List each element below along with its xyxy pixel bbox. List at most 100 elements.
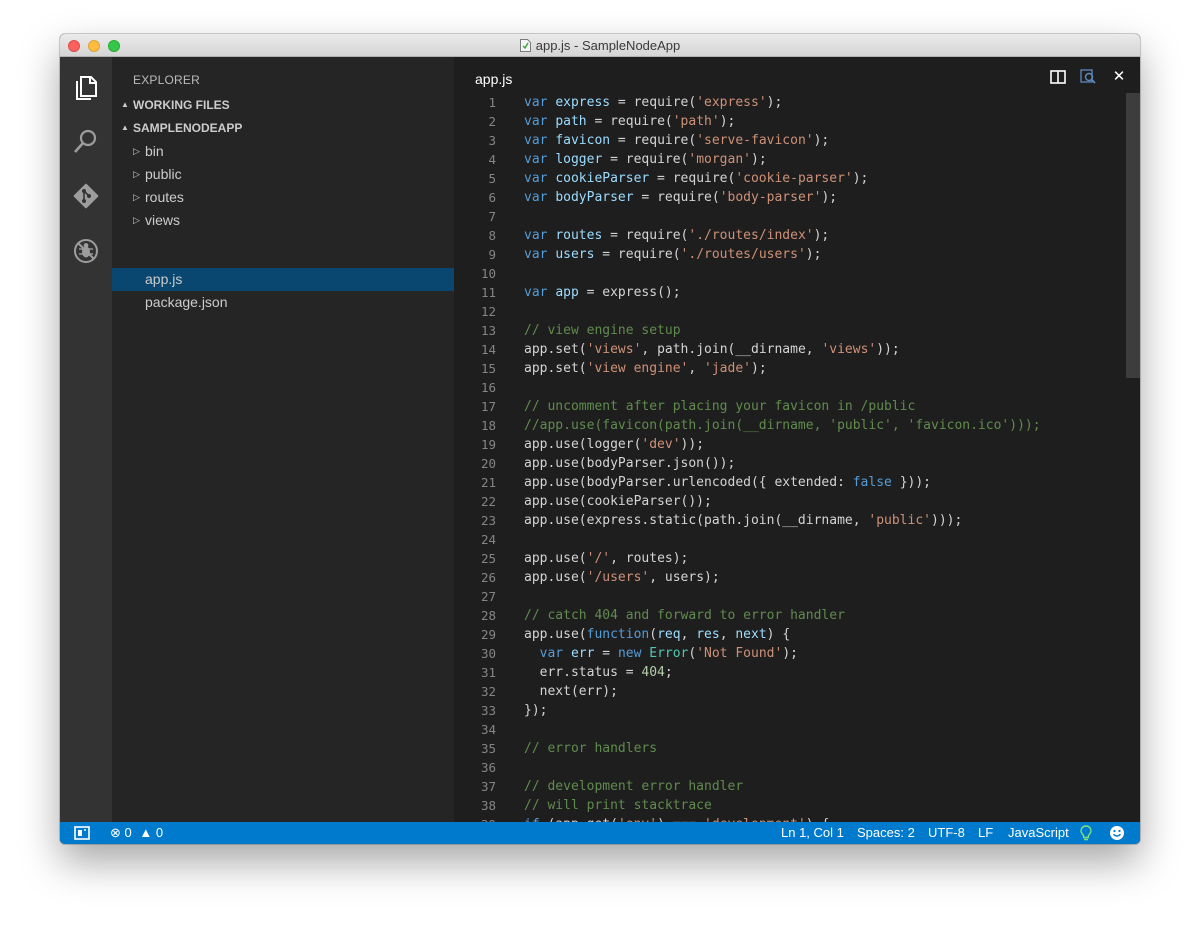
error-count: 0 (124, 825, 132, 840)
code-token: ( (649, 627, 658, 642)
code-text: app.use(bodyParser.json()); (524, 454, 735, 473)
search-icon[interactable] (72, 127, 100, 155)
line-number: 21 (480, 475, 496, 490)
feedback-panel-icon[interactable] (74, 826, 90, 840)
editor-tab-title[interactable]: app.js (475, 71, 512, 87)
title-bar: app.js - SampleNodeApp (60, 34, 1140, 57)
code-token: cookieParser (555, 171, 650, 186)
collapsed-caret-icon: ▷ (133, 146, 140, 156)
line-number: 26 (480, 570, 496, 585)
line-number: 13 (480, 323, 496, 338)
line-number: 35 (480, 741, 496, 756)
code-text: app.use(function(req, res, next) { (524, 625, 790, 644)
code-token: ); (821, 190, 838, 205)
line-number: 9 (488, 247, 496, 262)
working-files-section[interactable]: ▲ WORKING FILES (112, 94, 454, 116)
code-token: ); (813, 133, 830, 148)
code-token: 'views' (586, 342, 642, 357)
tree-item-views[interactable]: ▷ views (112, 209, 454, 232)
code-token: Error (649, 646, 689, 661)
code-token: './routes/index' (688, 228, 814, 243)
vscode-window: app.js - SampleNodeApp EXPLORER ▲ WORKIN… (60, 34, 1140, 844)
tree-item-package-json[interactable]: package.json (112, 291, 454, 314)
code-token: logger (555, 152, 603, 167)
section-label: SAMPLENODEAPP (133, 121, 243, 135)
project-section[interactable]: ▲ SAMPLENODEAPP (112, 117, 454, 139)
tree-item-routes[interactable]: ▷ routes (112, 186, 454, 209)
split-editor-icon[interactable] (1049, 68, 1067, 86)
line-number: 11 (480, 285, 496, 300)
line-ending-setting[interactable]: LF (978, 822, 993, 844)
code-token: // view engine setup (524, 323, 681, 338)
cursor-position[interactable]: Ln 1, Col 1 (781, 822, 844, 844)
lightbulb-icon[interactable] (1080, 825, 1092, 841)
code-token: app.use( (524, 627, 587, 642)
line-number: 12 (480, 304, 496, 319)
code-token: req (657, 627, 681, 642)
code-token: var (524, 190, 548, 205)
code-token: app.use(bodyParser.urlencoded({ extended… (524, 475, 853, 490)
problems-indicator[interactable]: ⊗ 0 ▲ 0 (110, 822, 163, 844)
code-text: var err = new Error('Not Found'); (524, 644, 798, 663)
code-token: next (735, 627, 767, 642)
code-text: next(err); (524, 682, 618, 701)
line-number: 1 (488, 95, 496, 110)
smiley-feedback-icon[interactable] (1109, 825, 1125, 841)
indentation-setting[interactable]: Spaces: 2 (857, 822, 915, 844)
line-number: 10 (480, 266, 496, 281)
code-text: var routes = require('./routes/index'); (524, 226, 829, 245)
line-number: 37 (480, 779, 496, 794)
code-token: 'body-parser' (719, 190, 822, 205)
code-token: = express(); (578, 285, 681, 300)
line-number: 27 (480, 589, 496, 604)
code-text: app.use('/', routes); (524, 549, 688, 568)
open-changes-icon[interactable] (1079, 68, 1097, 86)
code-token: , (680, 627, 697, 642)
code-token: , path.join(__dirname, (641, 342, 822, 357)
line-number: 5 (488, 171, 496, 186)
expanded-caret-icon: ▲ (121, 123, 129, 132)
line-number: 18 (480, 418, 496, 433)
language-mode[interactable]: JavaScript (1008, 822, 1069, 844)
code-token: //app.use(favicon(path.join(__dirname, '… (524, 418, 1041, 433)
line-number: 20 (480, 456, 496, 471)
code-token: = require( (649, 171, 736, 186)
code-token: express (555, 95, 611, 110)
code-token: next(err); (524, 684, 618, 699)
code-text: app.use('/users', users); (524, 568, 720, 587)
line-number: 39 (454, 815, 496, 822)
code-token: path (555, 114, 587, 129)
git-icon[interactable] (72, 182, 100, 210)
code-editor[interactable]: 1 var express = require('express'); 2 var p… (454, 93, 1140, 822)
code-token: './routes/users' (680, 247, 806, 262)
code-token: // error handlers (524, 741, 658, 756)
tree-item-app-js[interactable]: app.js (112, 268, 454, 291)
code-token: 'view engine' (586, 361, 689, 376)
code-token: 'serve-favicon' (696, 133, 814, 148)
code-text: var favicon = require('serve-favicon'); (524, 131, 829, 150)
tree-item-bin[interactable]: ▷ bin (112, 140, 454, 163)
code-text: var express = require('express'); (524, 93, 782, 112)
code-text: // catch 404 and forward to error handle… (524, 606, 845, 625)
code-token: var (539, 646, 564, 661)
code-token: app.use(express.static(path.join(__dirna… (524, 513, 869, 528)
encoding-setting[interactable]: UTF-8 (928, 822, 965, 844)
code-token: ) { (766, 627, 791, 642)
collapsed-caret-icon: ▷ (133, 215, 140, 225)
tree-item-label: app.js (145, 271, 183, 287)
code-token: , routes); (610, 551, 689, 566)
close-icon[interactable]: ✕ (1110, 68, 1128, 86)
code-token: var (524, 228, 548, 243)
explorer-title: EXPLORER (133, 73, 200, 87)
line-number: 31 (480, 665, 496, 680)
vertical-scrollbar[interactable] (1126, 93, 1140, 378)
debug-icon[interactable] (72, 237, 100, 265)
code-text: var users = require('./routes/users'); (524, 245, 821, 264)
tree-item-public[interactable]: ▷ public (112, 163, 454, 186)
code-text: // development error handler (524, 777, 743, 796)
files-icon[interactable] (72, 73, 100, 101)
code-token: 404 (641, 665, 665, 680)
activity-bar (60, 57, 112, 822)
line-number: 33 (480, 703, 496, 718)
code-text: app.set('views', path.join(__dirname, 'v… (524, 340, 900, 359)
